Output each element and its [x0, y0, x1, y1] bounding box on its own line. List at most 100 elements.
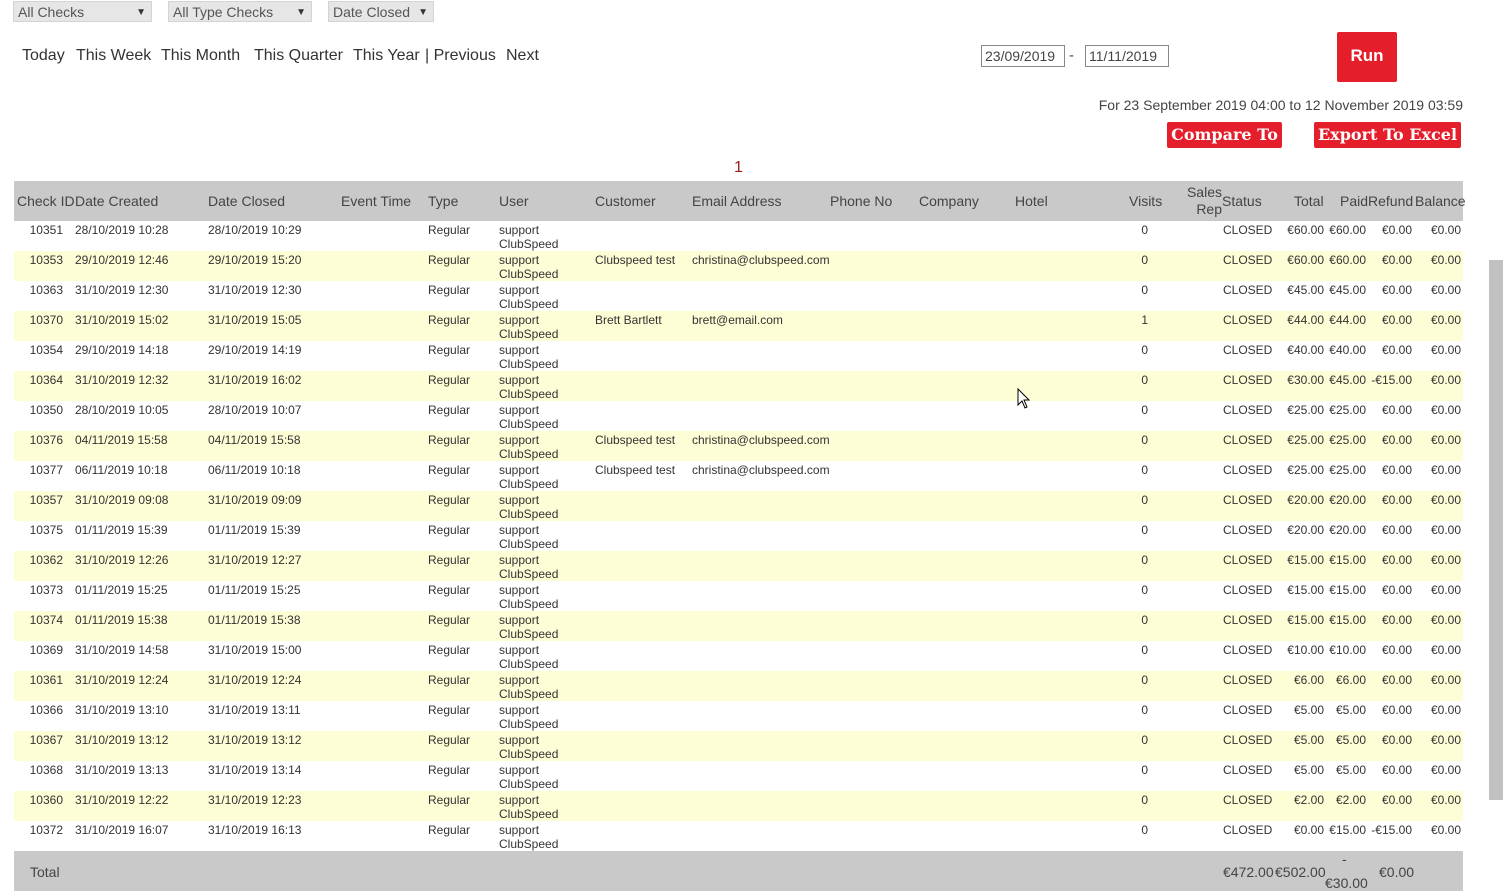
- table-row[interactable]: 10377 06/11/2019 10:18 06/11/2019 10:18 Reg…: [14, 461, 1463, 491]
- cell-status: CLOSED: [1223, 583, 1273, 597]
- table-row[interactable]: 10363 31/10/2019 12:30 31/10/2019 12:30 Reg…: [14, 281, 1463, 311]
- cell-balance: €0.00: [1430, 553, 1461, 567]
- col-sales-rep[interactable]: Sales Rep: [1186, 184, 1222, 218]
- range-previous-link[interactable]: | Previous: [425, 47, 496, 65]
- cell-type: Regular: [428, 343, 471, 357]
- cell-balance: €0.00: [1430, 223, 1461, 237]
- col-visits[interactable]: Visits: [1129, 193, 1162, 209]
- cell-date-closed: 31/10/2019 12:24: [208, 673, 302, 687]
- totals-total: €472.00: [1223, 864, 1274, 880]
- cell-balance: €0.00: [1430, 493, 1461, 507]
- cell-type: Regular: [428, 523, 471, 537]
- col-balance[interactable]: Balance: [1415, 193, 1466, 209]
- range-this-quarter-link[interactable]: This Quarter: [254, 47, 343, 65]
- table-row[interactable]: 10376 04/11/2019 15:58 04/11/2019 15:58 Reg…: [14, 431, 1463, 461]
- table-row[interactable]: 10366 31/10/2019 13:10 31/10/2019 13:11 Reg…: [14, 701, 1463, 731]
- table-row[interactable]: 10374 01/11/2019 15:38 01/11/2019 15:38 Reg…: [14, 611, 1463, 641]
- table-row[interactable]: 10375 01/11/2019 15:39 01/11/2019 15:39 Reg…: [14, 521, 1463, 551]
- col-status[interactable]: Status: [1222, 193, 1262, 209]
- run-button[interactable]: Run: [1337, 32, 1397, 82]
- cell-paid: €2.00: [1335, 793, 1366, 807]
- table-row[interactable]: 10362 31/10/2019 12:26 31/10/2019 12:27 Reg…: [14, 551, 1463, 581]
- col-email-address[interactable]: Email Address: [692, 193, 781, 209]
- export-to-excel-button[interactable]: Export To Excel: [1314, 122, 1461, 148]
- col-user[interactable]: User: [499, 193, 529, 209]
- totals-paid: €502.00: [1275, 864, 1326, 880]
- cell-visits: 0: [1141, 793, 1148, 807]
- col-total[interactable]: Total: [1294, 193, 1324, 209]
- table-row[interactable]: 10360 31/10/2019 12:22 31/10/2019 12:23 Reg…: [14, 791, 1463, 821]
- table-row[interactable]: 10354 29/10/2019 14:18 29/10/2019 14:19 Reg…: [14, 341, 1463, 371]
- col-phone-no[interactable]: Phone No: [830, 193, 892, 209]
- cell-balance: €0.00: [1430, 763, 1461, 777]
- table-row[interactable]: 10369 31/10/2019 14:58 31/10/2019 15:00 Reg…: [14, 641, 1463, 671]
- cell-total: €25.00: [1287, 463, 1324, 477]
- date-mode-select[interactable]: Date Closed ▼: [328, 1, 434, 22]
- cell-email: christina@clubspeed.com: [692, 253, 830, 267]
- dropdown-arrow-icon: ▼: [296, 7, 306, 18]
- cell-refund: €0.00: [1381, 643, 1412, 657]
- table-row[interactable]: 10353 29/10/2019 12:46 29/10/2019 15:20 Reg…: [14, 251, 1463, 281]
- col-hotel[interactable]: Hotel: [1015, 193, 1048, 209]
- totals-row: Total €472.00 €502.00 - €30.00 €0.00: [14, 851, 1463, 891]
- cell-user-line1: support: [499, 313, 540, 327]
- cell-total: €5.00: [1293, 703, 1324, 717]
- col-date-closed[interactable]: Date Closed: [208, 193, 285, 209]
- col-date-created[interactable]: Date Created: [75, 193, 158, 209]
- checks-filter-select[interactable]: All Checks ▼: [13, 1, 152, 22]
- cell-paid: €44.00: [1329, 313, 1366, 327]
- cell-refund: -€15.00: [1371, 373, 1412, 387]
- table-row[interactable]: 10350 28/10/2019 10:05 28/10/2019 10:07 Reg…: [14, 401, 1463, 431]
- cell-total: €30.00: [1287, 373, 1324, 387]
- table-row[interactable]: 10351 28/10/2019 10:28 28/10/2019 10:29 Reg…: [14, 221, 1463, 251]
- cell-date-closed: 31/10/2019 09:09: [208, 493, 302, 507]
- cell-date-closed: 29/10/2019 14:19: [208, 343, 302, 357]
- range-this-year-link[interactable]: This Year: [353, 47, 420, 65]
- checks-table: Check ID Date Created Date Closed Event …: [14, 181, 1466, 891]
- table-row[interactable]: 10370 31/10/2019 15:02 31/10/2019 15:05 Reg…: [14, 311, 1463, 341]
- col-refund[interactable]: Refund: [1368, 193, 1413, 209]
- table-row[interactable]: 10368 31/10/2019 13:13 31/10/2019 13:14 Reg…: [14, 761, 1463, 791]
- cell-status: CLOSED: [1223, 463, 1273, 477]
- cell-type: Regular: [428, 643, 471, 657]
- cell-refund: €0.00: [1381, 523, 1412, 537]
- date-from-input[interactable]: 23/09/2019: [981, 45, 1065, 67]
- compare-to-button[interactable]: Compare To: [1167, 122, 1282, 148]
- cell-visits: 0: [1141, 763, 1148, 777]
- cell-date-created: 31/10/2019 12:32: [75, 373, 169, 387]
- table-row[interactable]: 10361 31/10/2019 12:24 31/10/2019 12:24 Reg…: [14, 671, 1463, 701]
- cell-paid: €45.00: [1329, 283, 1366, 297]
- page-link-1[interactable]: 1: [734, 159, 743, 177]
- table-row[interactable]: 10367 31/10/2019 13:12 31/10/2019 13:12 Reg…: [14, 731, 1463, 761]
- cell-type: Regular: [428, 463, 471, 477]
- cell-refund: €0.00: [1381, 463, 1412, 477]
- col-customer[interactable]: Customer: [595, 193, 656, 209]
- vertical-scrollbar[interactable]: [1489, 260, 1503, 800]
- col-paid[interactable]: Paid: [1340, 193, 1368, 209]
- table-row[interactable]: 10357 31/10/2019 09:08 31/10/2019 09:09 Reg…: [14, 491, 1463, 521]
- cell-user: support ClubSpeed: [499, 373, 558, 401]
- col-company[interactable]: Company: [919, 193, 979, 209]
- table-row[interactable]: 10372 31/10/2019 16:07 31/10/2019 16:13 Reg…: [14, 821, 1463, 851]
- col-event-time[interactable]: Event Time: [341, 193, 411, 209]
- range-today-link[interactable]: Today: [22, 47, 65, 65]
- table-header: Check ID Date Created Date Closed Event …: [14, 181, 1466, 221]
- cell-user-line2: ClubSpeed: [499, 807, 559, 821]
- cell-date-closed: 28/10/2019 10:29: [208, 223, 302, 237]
- table-row[interactable]: 10364 31/10/2019 12:32 31/10/2019 16:02 Reg…: [14, 371, 1463, 401]
- totals-label: Total: [30, 864, 60, 880]
- cell-status: CLOSED: [1223, 523, 1273, 537]
- type-checks-filter-select[interactable]: All Type Checks ▼: [168, 1, 312, 22]
- cell-user: support ClubSpeed: [499, 253, 558, 281]
- range-this-month-link[interactable]: This Month: [161, 47, 240, 65]
- range-this-week-link[interactable]: This Week: [76, 47, 151, 65]
- range-next-link[interactable]: Next: [506, 47, 539, 65]
- cell-type: Regular: [428, 823, 471, 837]
- table-row[interactable]: 10373 01/11/2019 15:25 01/11/2019 15:25 Reg…: [14, 581, 1463, 611]
- date-to-input[interactable]: 11/11/2019: [1085, 45, 1169, 67]
- col-type[interactable]: Type: [428, 193, 458, 209]
- cell-date-created: 01/11/2019 15:25: [75, 583, 168, 597]
- col-check-id[interactable]: Check ID: [17, 193, 75, 209]
- cell-visits: 0: [1141, 343, 1148, 357]
- cell-refund: €0.00: [1381, 703, 1412, 717]
